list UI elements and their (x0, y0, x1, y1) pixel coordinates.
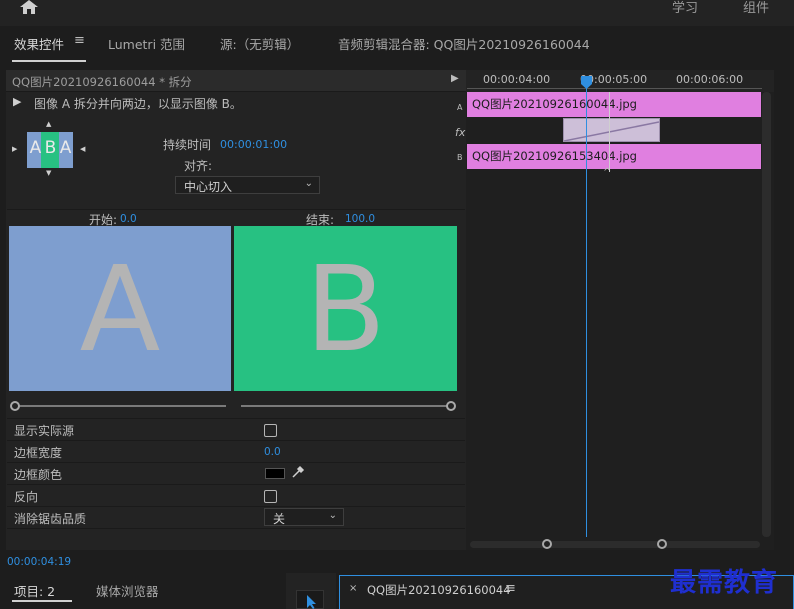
border-width-value[interactable]: 0.0 (264, 446, 281, 458)
track-a-label: A (457, 103, 463, 112)
ruler-tick-label: 00:00:04:00 (483, 73, 551, 86)
preview-letter-a: A (79, 239, 161, 378)
workspace-assembly[interactable]: 组件 (743, 0, 769, 16)
preview-start-image: A (9, 226, 231, 391)
arrow-left-icon[interactable]: ◀ (80, 145, 85, 153)
play-only-audio-icon[interactable]: ▶ (451, 73, 459, 84)
arrow-up-icon[interactable]: ▲ (46, 120, 51, 128)
playhead-line (586, 78, 587, 537)
divider (7, 506, 465, 507)
tab-media-browser[interactable]: 媒体浏览器 (96, 581, 159, 600)
zoom-handle-right[interactable] (657, 539, 667, 549)
tab-source[interactable]: 源:（无剪辑） (220, 34, 299, 53)
tab-sequence[interactable]: QQ图片20210926160044 (367, 582, 511, 598)
tab-audio-clip-mixer[interactable]: 音频剪辑混合器: QQ图片20210926160044 (338, 34, 590, 53)
active-tab-indicator (12, 60, 86, 62)
workspace-learning[interactable]: 学习 (672, 0, 698, 16)
ruler-baseline (467, 88, 762, 89)
playhead-icon[interactable] (580, 76, 593, 90)
arrow-down-icon[interactable]: ▼ (46, 169, 51, 177)
menu-icon[interactable]: ≡ (505, 581, 516, 596)
divider (7, 440, 465, 441)
align-dropdown-value: 中心切入 (184, 180, 233, 194)
tab-project[interactable]: 项目: 2 (14, 581, 55, 600)
menu-icon[interactable]: ≡ (74, 33, 85, 48)
end-value[interactable]: 100.0 (345, 213, 375, 225)
clip-b[interactable]: QQ图片20210926153404.jpg (467, 144, 761, 169)
vertical-scrollbar[interactable] (762, 92, 771, 537)
tab-lumetri-scope[interactable]: Lumetri 范围 (108, 34, 185, 53)
end-slider-knob[interactable] (446, 401, 456, 411)
duration-value[interactable]: 00:00:01:00 (220, 138, 287, 151)
border-color-label: 边框颜色 (14, 468, 63, 482)
caret-up-icon: ^ (603, 167, 612, 178)
divider (7, 528, 465, 529)
preview-end-image: B (234, 226, 457, 391)
reverse-checkbox[interactable] (264, 490, 277, 503)
transition-timeline (466, 70, 774, 550)
divider (7, 462, 465, 463)
duration-label: 持续时间 (163, 138, 212, 152)
eyedropper-icon[interactable] (291, 465, 305, 479)
tab-effect-controls[interactable]: 效果控件 (14, 34, 64, 53)
horizontal-scrollbar[interactable] (470, 541, 760, 548)
start-slider-knob[interactable] (10, 401, 20, 411)
home-icon[interactable] (20, 0, 38, 14)
antialias-dropdown[interactable]: 关 ⌄ (264, 508, 344, 526)
end-slider-track[interactable] (241, 405, 449, 407)
transition-end-marker (609, 92, 610, 172)
transition-thumbnail: A B A (27, 132, 73, 168)
divider (7, 484, 465, 485)
preview-letter-b: B (305, 239, 386, 378)
divider (7, 209, 465, 210)
watermark-logo: 最需教育 (670, 568, 779, 598)
thumbnail-letters: A B A (29, 138, 72, 158)
play-transition-icon[interactable]: ▶ (13, 95, 21, 108)
border-color-swatch[interactable] (265, 468, 285, 479)
clip-a[interactable]: QQ图片20210926160044.jpg (467, 92, 761, 117)
chevron-down-icon: ⌄ (328, 510, 337, 521)
antialias-dropdown-value: 关 (273, 512, 286, 526)
align-dropdown[interactable]: 中心切入 ⌄ (175, 176, 320, 194)
track-b-label: B (457, 153, 463, 162)
divider (7, 418, 465, 419)
ruler-tick-label: 00:00:06:00 (676, 73, 744, 86)
border-width-label: 边框宽度 (14, 446, 63, 460)
chevron-down-icon: ⌄ (304, 178, 313, 189)
arrow-right-icon[interactable]: ▶ (12, 145, 17, 153)
current-time[interactable]: 00:00:04:19 (7, 556, 71, 568)
reverse-label: 反向 (14, 490, 39, 504)
sequence-title: QQ图片20210926160044 * 拆分 (12, 75, 192, 89)
fx-icon: fx (455, 126, 466, 139)
close-icon[interactable]: × (349, 583, 357, 594)
start-value[interactable]: 0.0 (120, 213, 137, 225)
show-actual-source-label: 显示实际源 (14, 424, 75, 438)
antialias-label: 消除锯齿品质 (14, 512, 87, 526)
start-slider-track[interactable] (16, 405, 226, 407)
selection-tool[interactable] (296, 590, 324, 609)
show-actual-source-checkbox[interactable] (264, 424, 277, 437)
effect-description: 图像 A 拆分并向两边，以显示图像 B。 (34, 97, 242, 111)
zoom-handle-left[interactable] (542, 539, 552, 549)
workspace-bar: 学习 组件 (0, 0, 794, 26)
active-tab-indicator (12, 600, 72, 602)
transition-block[interactable] (563, 118, 660, 142)
align-label: 对齐: (184, 159, 213, 173)
